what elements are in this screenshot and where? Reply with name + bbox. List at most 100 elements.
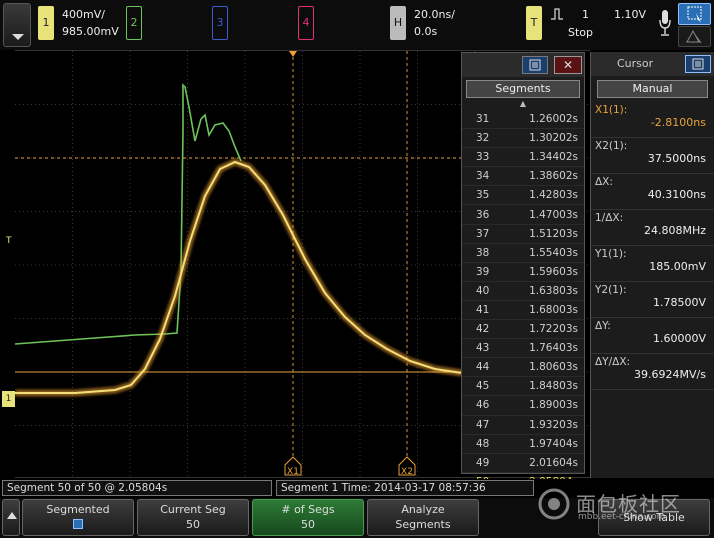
cursor-readout-item[interactable]: Y2(1): 1.78500V: [591, 282, 714, 318]
channel-1-waveform: [15, 160, 463, 394]
channel-3-badge[interactable]: 3: [212, 6, 228, 40]
table-row[interactable]: 49 2.01604s: [462, 454, 584, 473]
trigger-source: 1: [582, 8, 589, 21]
arrow-up-icon: [7, 512, 17, 519]
segmented-button[interactable]: Segmented: [22, 499, 134, 536]
segment-time-value: 1.38602s: [529, 170, 578, 183]
table-row[interactable]: 35 1.42803s: [462, 186, 584, 206]
segment-time-value: 1.97404s: [529, 437, 578, 450]
table-row[interactable]: 32 1.30202s: [462, 129, 584, 149]
channel-2-waveform: [15, 83, 242, 345]
list-icon[interactable]: [685, 55, 711, 73]
table-row[interactable]: 40 1.63803s: [462, 282, 584, 301]
horizontal-badge[interactable]: H: [390, 6, 406, 40]
table-row[interactable]: 34 1.38602s: [462, 167, 584, 187]
table-row[interactable]: 47 1.93203s: [462, 416, 584, 435]
segments-header: ✕: [462, 53, 584, 77]
table-row[interactable]: 33 1.34402s: [462, 148, 584, 168]
cursor-readout-item[interactable]: Y1(1): 185.00mV: [591, 246, 714, 282]
table-row[interactable]: 38 1.55403s: [462, 244, 584, 263]
segment-index: 49: [476, 456, 490, 469]
cursor-x1-tag[interactable]: X1: [284, 456, 302, 477]
menu-button[interactable]: [3, 3, 31, 47]
segment-time: Segment 1 Time: 2014-03-17 08:57:36: [276, 480, 534, 496]
segments-table: 31 1.26002s 32 1.30202s 33 1.34402s 34 1.38602s…: [462, 110, 584, 492]
cursor-readouts: X1(1): -2.8100ns X2(1): 37.5000ns ΔX: 40.3100…: [591, 102, 714, 390]
channel-4-badge[interactable]: 4: [298, 6, 314, 40]
persistence-trace: [15, 158, 463, 397]
segment-time-value: 1.84803s: [529, 380, 578, 393]
trigger-badge[interactable]: T: [526, 6, 542, 40]
cursor-readout-label: X1(1):: [595, 104, 628, 116]
segment-index: 47: [476, 418, 490, 431]
cursor-title: Cursor: [617, 57, 654, 70]
top-bar: 1 400mV/ 985.00mV 2 3 4 H 20.0ns/ 0.0s T…: [0, 0, 714, 50]
segment-time-value: 1.68003s: [529, 303, 578, 316]
table-row[interactable]: 36 1.47003s: [462, 205, 584, 225]
cursor-readout-item[interactable]: ΔX: 40.3100ns: [591, 174, 714, 210]
cursor-readout-item[interactable]: ΔY: 1.60000V: [591, 318, 714, 354]
segment-time-value: 1.80603s: [529, 361, 578, 374]
back-button[interactable]: [2, 499, 20, 536]
num-segs-label: # of Segs: [281, 503, 335, 516]
trigger-level-marker[interactable]: T: [6, 236, 12, 246]
channel-1-ground-marker[interactable]: 1: [2, 391, 15, 407]
horizontal-settings[interactable]: 20.0ns/ 0.0s: [414, 6, 455, 40]
close-icon[interactable]: ✕: [554, 56, 582, 74]
current-seg-button[interactable]: Current Seg 50: [137, 499, 249, 536]
channel-2-badge[interactable]: 2: [126, 6, 142, 40]
microphone-icon[interactable]: [658, 8, 672, 40]
segment-time-value: 1.76403s: [529, 342, 578, 355]
segment-time-value: 1.55403s: [529, 246, 578, 259]
segment-time-value: 1.72203s: [529, 323, 578, 336]
table-row[interactable]: 42 1.72203s: [462, 320, 584, 340]
cursor-readout-value: 37.5000ns: [647, 152, 706, 165]
cursor-readout-value: -2.8100ns: [650, 116, 706, 129]
watermark-url: mbb.eet-china.com: [578, 512, 666, 522]
horizontal-delay: 0.0s: [414, 25, 438, 38]
cursor-readout-label: ΔX:: [595, 176, 613, 188]
cursor-x2-tag[interactable]: X2: [398, 456, 416, 477]
table-row[interactable]: 39 1.59603s: [462, 263, 584, 282]
table-row[interactable]: 45 1.84803s: [462, 377, 584, 397]
segment-index: 35: [476, 189, 490, 202]
cursor-readout-item[interactable]: 1/ΔX: 24.808MHz: [591, 210, 714, 246]
table-row[interactable]: 46 1.89003s: [462, 396, 584, 416]
segment-time-value: 1.51203s: [529, 227, 578, 240]
cursor-readout-item[interactable]: X1(1): -2.8100ns: [591, 102, 714, 138]
segment-index: 48: [476, 437, 490, 450]
segment-time-value: 1.42803s: [529, 189, 578, 202]
table-row[interactable]: 41 1.68003s: [462, 301, 584, 321]
cursor-mode-select[interactable]: Manual: [597, 80, 708, 98]
num-segs-button[interactable]: # of Segs 50: [252, 499, 364, 536]
segment-index: 33: [476, 151, 490, 164]
cursor-readout-item[interactable]: ΔY/ΔX: 39.6924MV/s: [591, 354, 714, 390]
segment-time-value: 1.30202s: [529, 132, 578, 145]
horizontal-scale: 20.0ns/: [414, 8, 455, 21]
cursor-readout-value: 39.6924MV/s: [634, 368, 706, 381]
list-icon[interactable]: [522, 56, 548, 74]
segment-index: 44: [476, 361, 490, 374]
segments-title[interactable]: Segments: [466, 80, 580, 98]
cursor-readout-label: Y2(1):: [595, 284, 627, 296]
rising-edge-icon: [551, 8, 563, 20]
table-row[interactable]: 44 1.80603s: [462, 358, 584, 378]
cursor-panel: Cursor Manual X1(1): -2.8100ns X2(1): 37.50…: [590, 52, 714, 478]
table-row[interactable]: 43 1.76403s: [462, 339, 584, 359]
chevron-down-icon: [12, 34, 24, 40]
table-row[interactable]: 31 1.26002s: [462, 110, 584, 130]
sort-up-icon[interactable]: ▲: [462, 98, 584, 110]
gesture-icon[interactable]: [678, 26, 711, 47]
table-row[interactable]: 48 1.97404s: [462, 435, 584, 454]
segment-index: 38: [476, 246, 490, 259]
analyze-segments-button[interactable]: Analyze Segments: [367, 499, 479, 536]
segment-time-value: 1.34402s: [529, 151, 578, 164]
trigger-position-marker[interactable]: [289, 51, 297, 57]
cursor-readout-item[interactable]: X2(1): 37.5000ns: [591, 138, 714, 174]
channel-1-badge[interactable]: 1: [38, 6, 54, 40]
touch-icon[interactable]: [678, 3, 711, 25]
table-row[interactable]: 37 1.51203s: [462, 225, 584, 244]
channel-1-settings[interactable]: 400mV/ 985.00mV: [62, 6, 119, 40]
analyze-sub-label: Segments: [395, 518, 451, 531]
segment-index: 31: [476, 113, 490, 126]
